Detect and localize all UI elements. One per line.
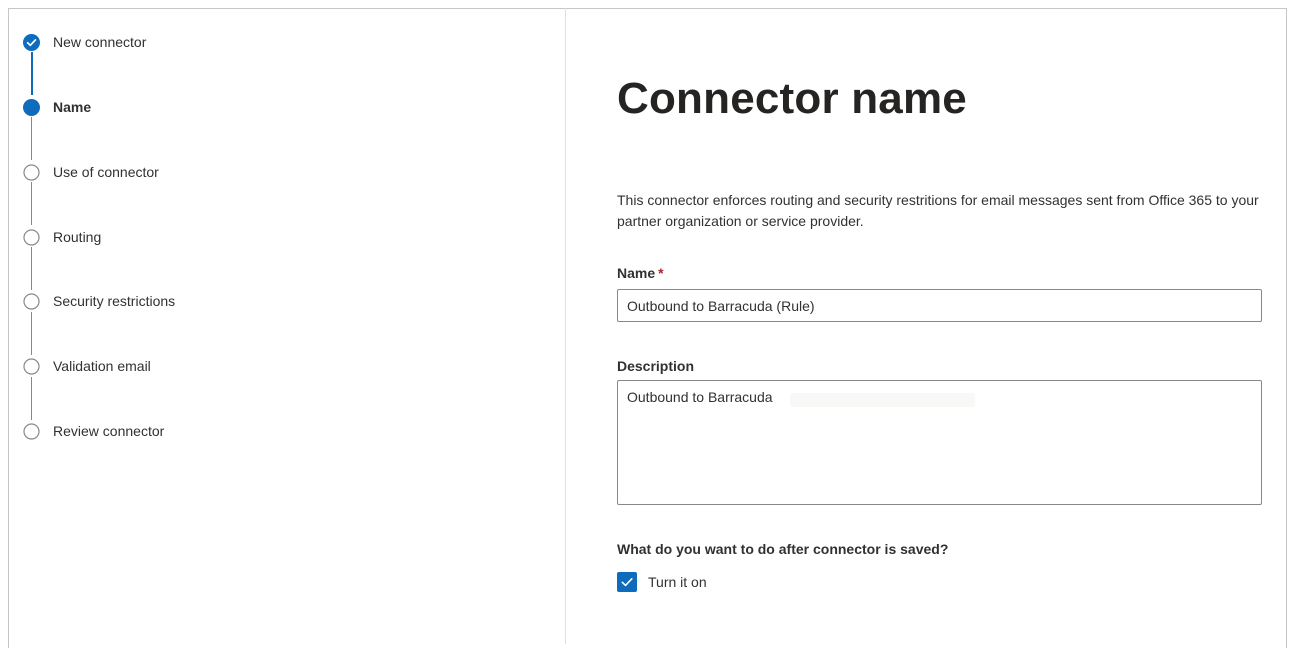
name-label-text: Name bbox=[617, 265, 656, 281]
step-label: Name bbox=[53, 99, 92, 115]
step-label: Review connector bbox=[53, 423, 165, 439]
description-field-label: Description bbox=[617, 358, 695, 374]
panel-divider bbox=[565, 8, 566, 644]
step-label: Security restrictions bbox=[53, 293, 176, 309]
after-save-question: What do you want to do after connector i… bbox=[617, 541, 949, 557]
pending-step-circle-icon bbox=[22, 163, 41, 182]
pending-step-circle-icon bbox=[22, 357, 41, 376]
step-label: Use of connector bbox=[53, 164, 159, 180]
step-label: Validation email bbox=[53, 358, 151, 374]
pending-step-circle-icon bbox=[22, 422, 41, 441]
step-label: Routing bbox=[53, 229, 102, 245]
page-description: This connector enforces routing and secu… bbox=[617, 192, 1259, 229]
required-asterisk: * bbox=[658, 265, 664, 281]
step-label: New connector bbox=[53, 34, 147, 50]
step-routing[interactable]: Routing bbox=[22, 227, 101, 247]
step-connector-line bbox=[31, 117, 32, 160]
step-new-connector[interactable]: New connector bbox=[22, 32, 146, 52]
page-title: Connector name bbox=[617, 74, 967, 123]
checkmark-icon[interactable] bbox=[617, 572, 637, 592]
wizard-stepper: New connector Name Use of connector Rout… bbox=[0, 0, 565, 644]
pending-step-circle-icon bbox=[22, 228, 41, 247]
step-use-of-connector[interactable]: Use of connector bbox=[22, 162, 159, 182]
turn-it-on-checkbox[interactable]: Turn it on bbox=[617, 572, 707, 592]
completed-check-icon bbox=[22, 33, 41, 52]
step-connector-line bbox=[31, 247, 32, 290]
current-step-dot-icon bbox=[22, 98, 41, 117]
redacted-text bbox=[790, 393, 975, 407]
step-security-restrictions[interactable]: Security restrictions bbox=[22, 291, 175, 311]
step-review-connector[interactable]: Review connector bbox=[22, 421, 164, 441]
step-connector-line bbox=[31, 312, 32, 355]
checkbox-label: Turn it on bbox=[648, 574, 707, 590]
step-name[interactable]: Name bbox=[22, 97, 91, 117]
step-connector-line bbox=[31, 182, 32, 225]
step-connector-line bbox=[31, 52, 33, 95]
step-connector-line bbox=[31, 377, 32, 420]
step-validation-email[interactable]: Validation email bbox=[22, 356, 151, 376]
pending-step-circle-icon bbox=[22, 292, 41, 311]
name-input[interactable] bbox=[617, 289, 1262, 322]
name-field-label: Name * bbox=[617, 265, 664, 281]
